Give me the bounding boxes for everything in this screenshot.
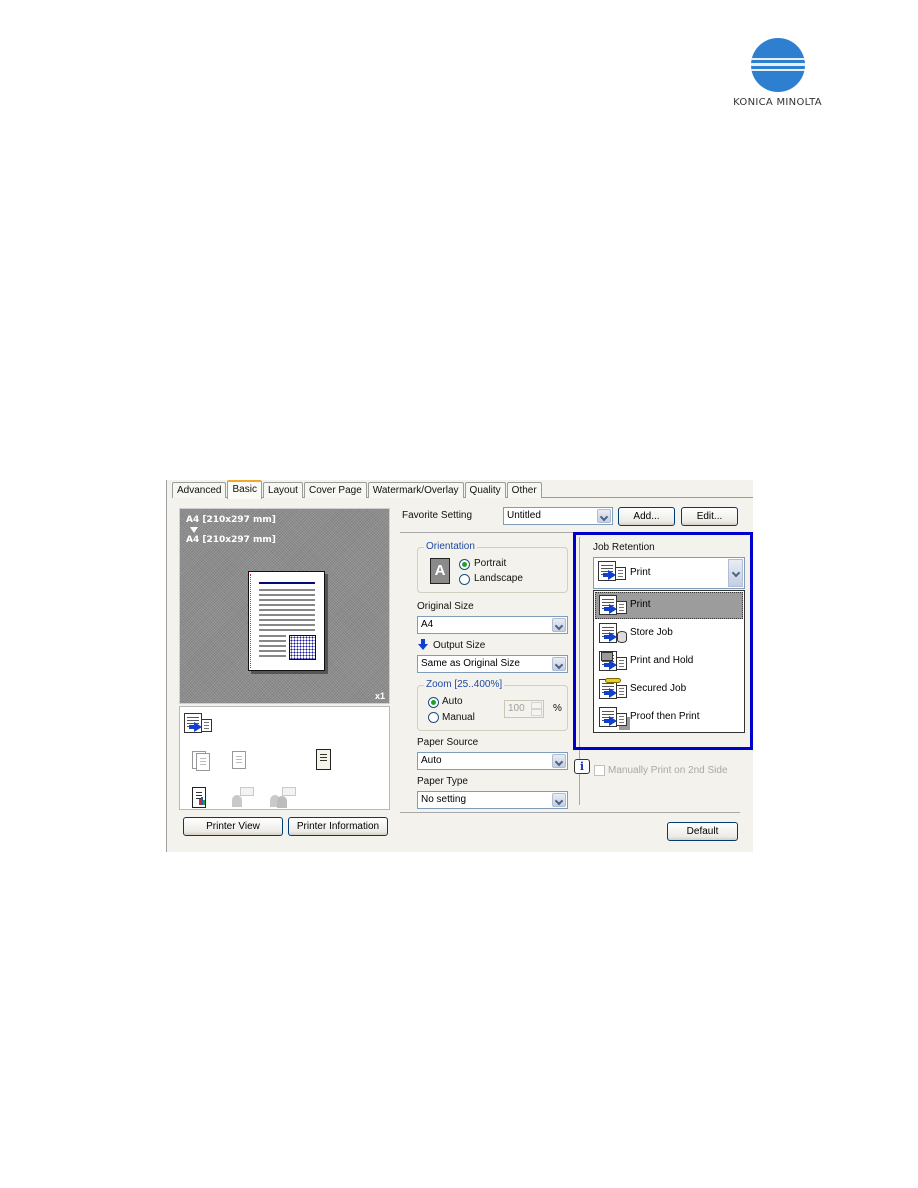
chevron-down-icon[interactable] <box>552 754 566 768</box>
output-arrow-icon <box>418 639 428 651</box>
output-size-value: Same as Original Size <box>421 658 520 669</box>
single-copy-icon <box>232 751 254 773</box>
zoom-value: 100 <box>508 703 525 714</box>
zoom-auto-radio[interactable] <box>428 697 439 708</box>
job-retention-highlight-box <box>573 532 753 750</box>
zoom-manual-radio[interactable] <box>428 712 439 723</box>
color-document-icon[interactable] <box>192 787 214 809</box>
paper-source-label: Paper Source <box>417 737 479 748</box>
booklet-icon[interactable] <box>316 749 338 771</box>
spin-up-icon[interactable] <box>531 702 542 709</box>
default-button[interactable]: Default <box>667 822 738 841</box>
tab-advanced[interactable]: Advanced <box>172 482 227 498</box>
divider <box>400 532 573 533</box>
favorite-setting-value: Untitled <box>507 510 541 521</box>
edit-favorite-button[interactable]: Edit... <box>681 507 738 526</box>
chevron-down-icon[interactable] <box>552 793 566 807</box>
add-favorite-button[interactable]: Add... <box>618 507 675 526</box>
manual-duplex-checkbox[interactable] <box>594 765 605 776</box>
image-block-icon <box>289 635 316 660</box>
tab-other[interactable]: Other <box>506 482 542 498</box>
chevron-down-icon[interactable] <box>597 509 611 523</box>
spin-down-icon[interactable] <box>531 709 542 716</box>
preview-copies: x1 <box>374 691 385 701</box>
output-size-label: Output Size <box>433 640 486 651</box>
bottom-divider <box>400 812 740 813</box>
zoom-group: Zoom [25..400%] Auto Manual 100 % <box>417 679 568 731</box>
paper-type-label: Paper Type <box>417 776 468 787</box>
konica-minolta-logo: KONICA MINOLTA <box>725 38 830 108</box>
zoom-manual-label[interactable]: Manual <box>442 712 475 723</box>
printer-view-button[interactable]: Printer View <box>183 817 283 836</box>
account-track-icon <box>270 787 296 809</box>
down-arrow-icon <box>190 527 198 533</box>
info-icon[interactable]: i <box>574 759 590 774</box>
favorite-setting-select[interactable]: Untitled <box>503 507 613 525</box>
print-job-icon[interactable] <box>184 713 214 735</box>
tab-layout[interactable]: Layout <box>262 482 303 498</box>
tab-strip: Advanced Basic Layout Cover Page Waterma… <box>172 480 543 499</box>
page-preview: A4 [210x297 mm] A4 [210x297 mm] x1 <box>179 508 390 704</box>
printer-properties-dialog: Advanced Basic Layout Cover Page Waterma… <box>166 480 753 852</box>
paper-type-value: No setting <box>421 794 467 805</box>
landscape-label[interactable]: Landscape <box>474 573 523 584</box>
zoom-unit: % <box>553 703 562 714</box>
chevron-down-icon[interactable] <box>552 657 566 671</box>
function-icon-panel <box>179 706 390 810</box>
logo-globe-icon <box>750 38 805 92</box>
tab-watermark-overlay[interactable]: Watermark/Overlay <box>367 482 464 498</box>
output-size-select[interactable]: Same as Original Size <box>417 655 568 673</box>
user-auth-icon <box>232 787 254 809</box>
portrait-page-icon: A <box>430 558 450 584</box>
original-size-label: Original Size <box>417 601 474 612</box>
original-size-select[interactable]: A4 <box>417 616 568 634</box>
portrait-label[interactable]: Portrait <box>474 558 506 569</box>
manual-duplex-label: Manually Print on 2nd Side <box>608 765 728 776</box>
orientation-group: Orientation A Portrait Landscape <box>417 541 568 593</box>
preview-output-size: A4 [210x297 mm] <box>186 535 276 545</box>
orientation-title: Orientation <box>424 541 477 552</box>
collate-icon <box>192 751 214 773</box>
zoom-auto-label[interactable]: Auto <box>442 696 463 707</box>
zoom-value-input[interactable]: 100 <box>504 700 544 718</box>
tab-cover-page[interactable]: Cover Page <box>303 482 367 498</box>
preview-original-size: A4 [210x297 mm] <box>186 515 276 525</box>
preview-page-icon <box>248 571 325 671</box>
original-size-value: A4 <box>421 619 434 630</box>
chevron-down-icon[interactable] <box>552 618 566 632</box>
landscape-radio[interactable] <box>459 574 470 585</box>
tab-basic[interactable]: Basic <box>227 480 262 499</box>
favorite-setting-label: Favorite Setting <box>402 510 473 521</box>
tab-quality[interactable]: Quality <box>464 482 506 498</box>
paper-source-value: Auto <box>421 755 442 766</box>
zoom-title: Zoom [25..400%] <box>424 679 505 690</box>
printer-information-button[interactable]: Printer Information <box>288 817 388 836</box>
logo-brand-text: KONICA MINOLTA <box>733 97 822 108</box>
paper-type-select[interactable]: No setting <box>417 791 568 809</box>
paper-source-select[interactable]: Auto <box>417 752 568 770</box>
portrait-radio[interactable] <box>459 559 470 570</box>
